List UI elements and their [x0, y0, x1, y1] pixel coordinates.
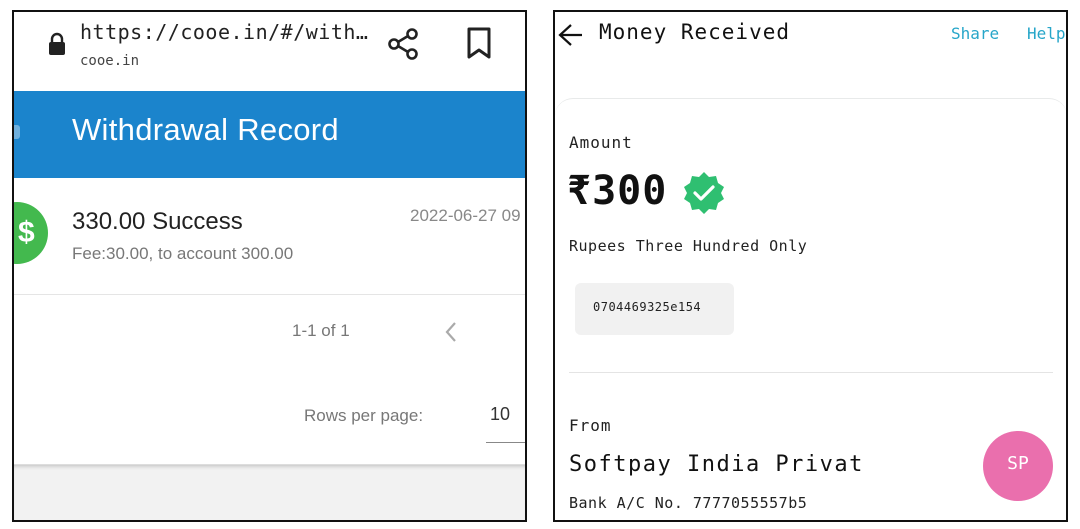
share-button[interactable]: Share — [951, 24, 999, 43]
table-row[interactable]: $ 330.00 Success Fee:30.00, to account 3… — [14, 178, 525, 295]
pagination-range: 1-1 of 1 — [292, 321, 350, 340]
record-date: 2022-06-27 09 — [410, 206, 521, 225]
select-underline — [486, 442, 525, 443]
drawer-edge[interactable] — [14, 125, 20, 139]
amount-in-words: Rupees Three Hundred Only — [569, 237, 808, 255]
avatar-initials: SP — [1007, 453, 1029, 474]
transaction-id-chip[interactable]: 0704469325e154 — [575, 283, 734, 335]
page-title: Money Received — [599, 20, 791, 44]
help-button[interactable]: Help — [1027, 24, 1066, 43]
url-text[interactable]: https://cooe.in/#/with… — [80, 20, 368, 44]
rows-per-page-label: Rows per page: — [304, 406, 424, 425]
bottom-area — [14, 464, 525, 520]
avatar[interactable]: SP — [983, 431, 1053, 501]
bookmark-icon[interactable] — [466, 27, 492, 59]
record-fee: Fee:30.00, to account 300.00 — [72, 244, 294, 263]
page-header: Withdrawal Record — [14, 91, 525, 178]
check-badge-icon — [684, 172, 724, 214]
share-icon[interactable] — [386, 27, 420, 61]
withdrawal-record-screen: https://cooe.in/#/with… cooe.in Withdraw… — [12, 10, 527, 522]
bank-account-number: Bank A/C No. 7777055557b5 — [569, 494, 808, 512]
record-amount-status: 330.00 Success — [72, 208, 243, 235]
dollar-icon: $ — [14, 202, 48, 264]
money-received-screen: Money Received Share Help Amount ₹300 Ru… — [553, 10, 1068, 522]
lock-icon — [49, 32, 65, 55]
browser-address-bar: https://cooe.in/#/with… cooe.in — [14, 12, 525, 91]
divider — [569, 372, 1053, 373]
transaction-id: 0704469325e154 — [593, 300, 702, 314]
sender-name: Softpay India Privat — [569, 452, 864, 477]
back-arrow-icon[interactable] — [557, 22, 583, 48]
page-title: Withdrawal Record — [72, 112, 339, 147]
url-domain: cooe.in — [80, 53, 140, 69]
amount-value: ₹300 — [567, 168, 668, 214]
rows-per-page-select[interactable]: 10 — [490, 404, 510, 425]
chevron-left-icon[interactable] — [442, 320, 460, 344]
amount-label: Amount — [569, 133, 633, 152]
from-label: From — [569, 416, 612, 435]
